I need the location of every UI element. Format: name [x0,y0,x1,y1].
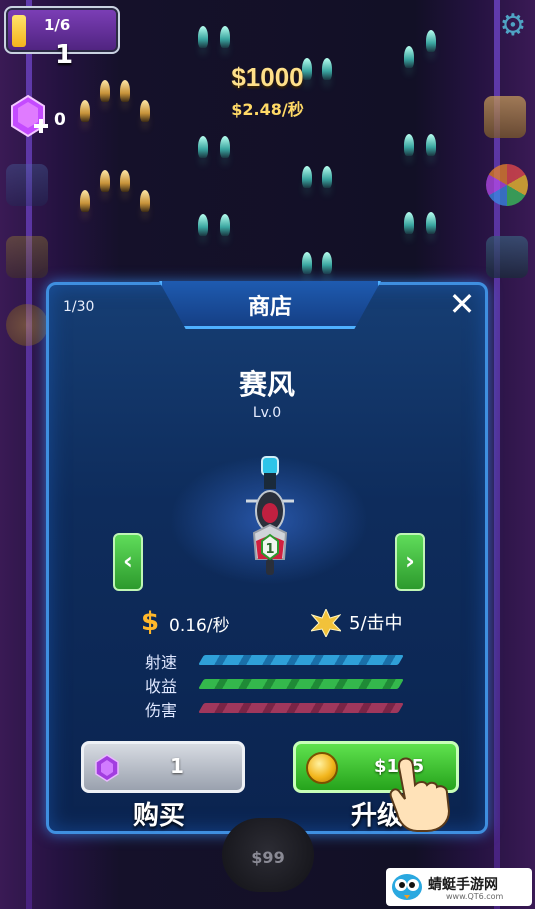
enemy-ship [220,26,230,48]
enemy-ship [198,26,208,48]
fire-rate-bar [198,655,404,665]
shop-list-icon[interactable] [484,96,526,138]
item-level: Lv.0 [252,405,282,421]
gear-icon[interactable]: ⚙ [497,10,529,42]
next-item-button[interactable]: › [395,533,425,591]
damage-bar [198,703,404,713]
enemy-ship [80,190,90,212]
enemy-ship [426,30,436,52]
enemy-ship [140,190,150,212]
explosion-icon [311,609,341,637]
shop-title-tab: 商店 [159,281,381,329]
coin-icon [306,752,338,784]
enemy-ship [322,252,332,274]
lightning-plus-icon[interactable] [6,236,48,278]
damage-per-hit: 5/击中 [349,613,403,634]
watermark-url: www.QT6.com [446,892,504,901]
lucky-wheel-icon[interactable] [486,164,528,206]
shop-panel: 商店 1/30 ✕ 赛风 Lv.0 1 ‹ › $ 0.16/秒 5/击中 射速… [46,281,488,834]
damage-label: 伤害 [145,701,178,720]
stage-progress-text: 1/6 [44,16,71,34]
enemy-ship [198,214,208,236]
enemy-ship [322,166,332,188]
enemy-ship [426,134,436,156]
coin-plus-icon[interactable] [6,304,48,346]
buy-button[interactable]: 1 [81,741,245,793]
buy-caption: 购买 [133,801,186,831]
bike-badge-number: 1 [265,542,274,557]
enemy-ship [426,212,436,234]
motorbike-image: 1 [246,456,294,575]
stage-progress-fill [12,15,26,47]
gem-icon [95,754,119,782]
bottom-price-slot[interactable]: $99 [222,818,314,892]
shop-title: 商店 [247,295,292,320]
enemy-ship [220,136,230,158]
bottom-price-text: $99 [251,848,285,867]
enemy-ship [220,214,230,236]
boost-3x-icon[interactable] [6,164,48,206]
enemy-ship [198,136,208,158]
watermark-name: 蜻蜓手游网 [428,877,498,893]
buy-gem-cost: 1 [170,754,184,778]
enemy-ship [404,212,414,234]
watermark-logo-icon [392,874,422,900]
prev-item-button[interactable]: ‹ [113,533,143,591]
dollar-icon: $ [140,607,160,637]
money-rate: $2.48/秒 [231,100,304,119]
enemy-ship [302,166,312,188]
battery-icon[interactable] [486,236,528,278]
enemy-ship [404,134,414,156]
fire-rate-label: 射速 [145,653,178,672]
item-name: 赛风 [238,368,295,401]
gem-count: 0 [54,110,66,130]
income-label: 收益 [145,677,178,696]
enemy-ship [302,252,312,274]
pointing-hand-icon [389,757,451,832]
enemy-ship [100,170,110,192]
income-bar [198,679,404,689]
shop-page-count: 1/30 [63,299,95,315]
watermark: 蜻蜓手游网 www.QT6.com [386,868,532,906]
close-button[interactable]: ✕ [445,287,479,321]
gem-icon[interactable] [8,94,48,138]
enemy-ship [120,170,130,192]
money-total: $1000 [231,62,304,92]
income-per-second: 0.16/秒 [169,616,230,636]
